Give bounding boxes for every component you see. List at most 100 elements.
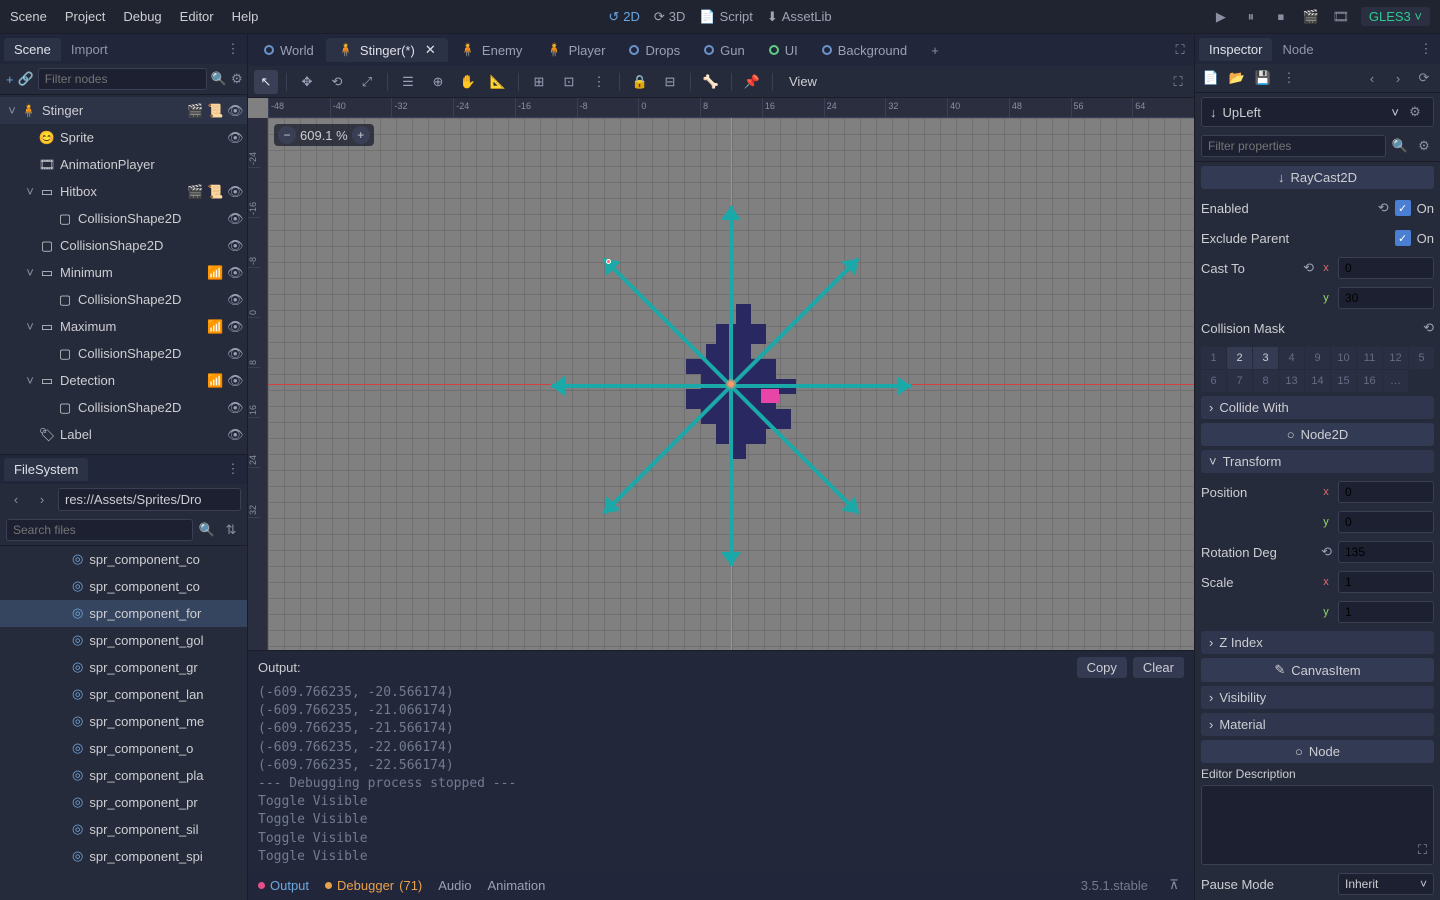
eye-icon[interactable]: 👁 (227, 292, 243, 308)
scale-tool-icon[interactable]: ⤢ (355, 70, 379, 94)
mode-script[interactable]: 📄 Script (699, 9, 752, 25)
pos-y-input[interactable] (1338, 511, 1434, 533)
snap-opts-icon[interactable]: ⊡ (557, 70, 581, 94)
file-item[interactable]: ◎spr_component_pr (0, 789, 247, 816)
mode-assetlib[interactable]: ⬇ AssetLib (767, 9, 832, 25)
mode-3d[interactable]: ⟳ 3D (654, 9, 686, 25)
snap-menu-icon[interactable]: ⋮ (587, 70, 611, 94)
tab-scene[interactable]: Scene (4, 38, 61, 61)
reset-icon[interactable]: ⟲ (1303, 260, 1314, 276)
tab-inspector[interactable]: Inspector (1199, 38, 1272, 61)
tab-audio[interactable]: Audio (438, 878, 471, 893)
add-scene-icon[interactable]: + (925, 40, 945, 60)
tree-node[interactable]: ▢CollisionShape2D👁 (0, 205, 247, 232)
tree-node[interactable]: 🎞AnimationPlayer (0, 151, 247, 178)
expand-icon[interactable]: ⛶ (1418, 842, 1427, 858)
enabled-checkbox[interactable]: ✓ (1395, 200, 1411, 216)
mask-layer[interactable]: 16 (1357, 370, 1382, 392)
tree-node[interactable]: 🏷Label👁 (0, 421, 247, 448)
tree-node[interactable]: ˅▭Detection📶👁 (0, 367, 247, 394)
search-icon[interactable]: 🔍 (197, 520, 217, 540)
filter-nodes-input[interactable] (38, 68, 207, 90)
class-header[interactable]: ↓ RayCast2D (1201, 166, 1434, 189)
lock-icon[interactable]: 🔒 (628, 70, 652, 94)
zoom-level[interactable]: 609.1 % (300, 128, 348, 143)
fs-search-input[interactable] (6, 519, 193, 541)
fs-path[interactable]: res://Assets/Sprites/Dro (58, 488, 241, 511)
class-canvasitem[interactable]: ✎ CanvasItem (1201, 658, 1434, 682)
object-opts-icon[interactable]: ⚙ (1405, 102, 1425, 122)
pan-tool-icon[interactable]: ✋ (456, 70, 480, 94)
mask-layer[interactable]: 1 (1201, 347, 1226, 369)
mode-2d[interactable]: ↺ 2D (608, 9, 640, 25)
fs-back-icon[interactable]: ‹ (6, 489, 26, 509)
view-menu[interactable]: View (781, 74, 825, 89)
file-item[interactable]: ◎spr_component_sil (0, 816, 247, 843)
eye-icon[interactable]: 👁 (227, 184, 243, 200)
scene-tab[interactable]: UI (757, 39, 810, 62)
add-node-icon[interactable]: + (6, 69, 14, 89)
rotate-tool-icon[interactable]: ⟲ (325, 70, 349, 94)
twisty-icon[interactable]: ˅ (22, 265, 38, 280)
exclude-checkbox[interactable]: ✓ (1395, 230, 1411, 246)
mask-layer[interactable]: 7 (1227, 370, 1252, 392)
eye-icon[interactable]: 👁 (227, 373, 243, 389)
twisty-icon[interactable]: ˅ (22, 319, 38, 334)
clear-button[interactable]: Clear (1133, 657, 1184, 678)
object-selector[interactable]: ↓UpLeft˅ ⚙ (1201, 97, 1434, 127)
scene-tab[interactable]: 🧍Enemy (448, 38, 535, 62)
pivot-icon[interactable]: ⊕ (426, 70, 450, 94)
insp-new-icon[interactable]: 📄 (1201, 68, 1221, 88)
link-icon[interactable]: 🔗 (18, 69, 34, 89)
move-tool-icon[interactable]: ✥ (295, 70, 319, 94)
mask-layer[interactable]: 3 (1253, 347, 1278, 369)
file-item[interactable]: ◎spr_component_me (0, 708, 247, 735)
mask-layer[interactable]: 9 (1305, 347, 1330, 369)
insp-extra-icon[interactable]: ⋮ (1279, 68, 1299, 88)
script-icon[interactable]: 📜 (207, 103, 223, 119)
mask-layer[interactable]: 14 (1305, 370, 1330, 392)
file-item[interactable]: ◎spr_component_o (0, 735, 247, 762)
eye-icon[interactable]: 👁 (227, 319, 243, 335)
section-transform[interactable]: ˅ Transform (1201, 450, 1434, 473)
insp-load-icon[interactable]: 📂 (1227, 68, 1247, 88)
eye-icon[interactable]: 👁 (227, 211, 243, 227)
pos-x-input[interactable] (1338, 481, 1434, 503)
handle-gizmo[interactable] (606, 259, 611, 264)
list-tool-icon[interactable]: ☰ (396, 70, 420, 94)
file-item[interactable]: ◎spr_component_lan (0, 681, 247, 708)
twisty-icon[interactable]: ˅ (4, 103, 20, 118)
search-icon[interactable]: 🔍 (1390, 136, 1410, 156)
menu-help[interactable]: Help (232, 9, 259, 24)
mask-layer[interactable]: 10 (1331, 347, 1356, 369)
tree-node[interactable]: ▢CollisionShape2D👁 (0, 394, 247, 421)
mask-layer[interactable]: 13 (1279, 370, 1304, 392)
menu-editor[interactable]: Editor (180, 9, 214, 24)
snap-icon[interactable]: ⊞ (527, 70, 551, 94)
pause-mode-select[interactable]: Inherit˅ (1338, 873, 1434, 895)
origin-gizmo[interactable] (728, 381, 734, 387)
section-zindex[interactable]: › Z Index (1201, 631, 1434, 654)
canvas[interactable]: − 609.1 % + (268, 118, 1194, 650)
rotation-input[interactable] (1338, 541, 1434, 563)
tree-node[interactable]: ▢CollisionShape2D👁 (0, 232, 247, 259)
stop-icon[interactable]: ⏹ (1271, 7, 1291, 27)
ruler-tool-icon[interactable]: 📐 (486, 70, 510, 94)
close-icon[interactable]: ✕ (425, 42, 436, 58)
sig-icon[interactable]: 📶 (207, 373, 223, 389)
history-back-icon[interactable]: ‹ (1362, 68, 1382, 88)
menu-project[interactable]: Project (65, 9, 105, 24)
mask-layer[interactable]: 15 (1331, 370, 1356, 392)
fs-split-icon[interactable]: ⇅ (221, 520, 241, 540)
file-item[interactable]: ◎spr_component_for (0, 600, 247, 627)
viewport[interactable]: -48-40-32-24-16-80816243240485664 -24-16… (248, 98, 1194, 650)
eye-icon[interactable]: 👁 (227, 427, 243, 443)
zoom-in-icon[interactable]: + (352, 126, 370, 144)
class-node2d[interactable]: ○ Node2D (1201, 423, 1434, 446)
tree-node[interactable]: ˅🧍Stinger🎬📜👁 (0, 97, 247, 124)
section-visibility[interactable]: › Visibility (1201, 686, 1434, 709)
dock-menu-icon[interactable]: ⋮ (223, 39, 243, 59)
search-icon[interactable]: 🔍 (211, 69, 227, 89)
sig-icon[interactable]: 📶 (207, 265, 223, 281)
eye-icon[interactable]: 👁 (227, 130, 243, 146)
